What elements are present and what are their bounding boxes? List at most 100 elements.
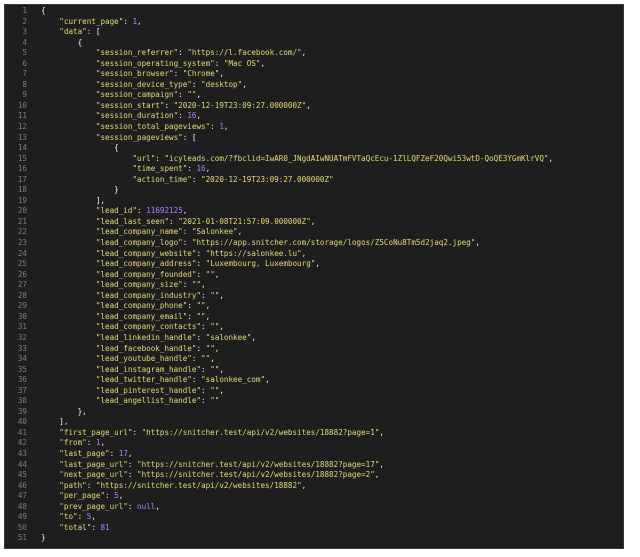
code-token: : <box>127 501 138 511</box>
code-line: 45 "next_page_url": "https://snitcher.te… <box>5 470 623 481</box>
code-line: 43 "last_page": 17, <box>5 449 623 460</box>
json-code-view[interactable]: 1{2 "current_page": 1, 3 "data": [4 {5 "s… <box>5 6 623 544</box>
code-line: 39 }, <box>5 407 623 418</box>
code-line: 37 "lead_pinterest_handle": "", <box>5 386 623 397</box>
code-token: , <box>301 480 307 490</box>
code-token: null <box>137 501 156 511</box>
code-token: "session_start" <box>95 100 165 110</box>
line-number: 1 <box>22 6 27 15</box>
code-token: 16 <box>196 164 206 174</box>
code-line: 29 "lead_company_phone": "", <box>5 301 623 312</box>
code-token: : <box>191 375 202 385</box>
code-line: 27 "lead_company_size": "", <box>5 280 623 291</box>
code-line: 35 "lead_instagram_handle": "", <box>5 365 623 376</box>
code-token: "lead_youtube_handle" <box>95 354 192 364</box>
code-token: "session_pageviews" <box>95 132 183 142</box>
line-number: 34 <box>17 354 27 364</box>
line-number: 21 <box>17 216 27 226</box>
code-token: "lead_company_website" <box>95 248 197 258</box>
code-token: "lead_company_phone" <box>95 301 188 311</box>
code-token: ], <box>41 417 69 427</box>
code-token: : <box>201 396 211 406</box>
code-line: 23 "lead_company_logo": "https://app.sni… <box>5 238 623 249</box>
line-number: 44 <box>17 459 27 469</box>
code-token: "last_page_url" <box>59 459 128 469</box>
code-token: , <box>223 122 229 132</box>
code-token: : [ <box>182 132 197 142</box>
code-token: "https://snitcher.test/api/v2/websites/1… <box>137 459 380 469</box>
line-number: 51 <box>17 533 27 543</box>
code-line: 50 "total": 81 <box>5 523 623 534</box>
code-token: : <box>105 491 115 501</box>
code-token: "lead_company_industry" <box>95 290 202 300</box>
code-token: , <box>118 491 124 501</box>
code-token: "Chrome" <box>182 69 220 79</box>
code-token: , <box>219 69 224 79</box>
code-token: , <box>91 512 96 522</box>
code-token: , <box>196 90 202 100</box>
code-line: 18 } <box>5 185 623 196</box>
code-line: 14 { <box>5 143 623 154</box>
code-token: "" <box>191 280 202 290</box>
code-line: 22 "lead_company_name": "Salonkee", <box>5 227 623 238</box>
code-token: "time_spent" <box>132 164 188 174</box>
line-number: 2 <box>22 16 27 26</box>
code-line: 9 "session_campaign": "", <box>5 90 623 101</box>
code-line: 38 "lead_angellist_handle": "" <box>5 396 623 407</box>
code-line: 25 "lead_company_address": "Luxembourg, … <box>5 259 623 270</box>
code-token: : <box>201 385 211 395</box>
code-token: , <box>210 354 215 364</box>
code-token: } <box>41 185 119 195</box>
code-token: "lead_pinterest_handle" <box>95 385 202 395</box>
code-token: , <box>306 100 311 110</box>
code-token: , <box>155 501 160 511</box>
code-token: "salonkee_com" <box>201 375 266 385</box>
code-token: "" <box>196 301 206 311</box>
code-line: 42 "from": 1, <box>5 438 623 449</box>
code-token: "https://app.snitcher.com/storage/logos/… <box>191 238 476 248</box>
code-token: , <box>205 311 211 321</box>
line-number: 10 <box>17 100 27 110</box>
code-token: "" <box>205 269 215 279</box>
code-token: : <box>182 238 192 248</box>
code-token: "Luxembourg, Luxembourg" <box>205 259 316 269</box>
code-token: 11692125 <box>146 206 183 216</box>
code-token: "action_time" <box>132 174 192 184</box>
line-number: 35 <box>17 364 27 374</box>
code-token: , <box>242 79 247 89</box>
code-token: "lead_company_address" <box>95 259 197 269</box>
line-number: 17 <box>17 174 27 184</box>
code-token: , <box>219 290 224 300</box>
code-token: "https://snitcher.test/api/v2/websites/1… <box>95 480 302 490</box>
code-token: "" <box>210 364 220 374</box>
code-token: "" <box>205 343 215 353</box>
code-line: 20 "lead_id": 11692125, <box>5 206 623 217</box>
code-line: 17 "action_time": "2020-12-19T23:09:27.0… <box>5 175 623 186</box>
line-number: 46 <box>17 480 27 490</box>
code-line: 19 ], <box>5 196 623 207</box>
code-token: 81 <box>100 522 110 532</box>
line-number: 43 <box>17 448 27 458</box>
line-number: 26 <box>17 269 27 279</box>
line-number: 23 <box>17 238 27 248</box>
line-number: 13 <box>17 132 27 142</box>
code-token: , <box>379 459 384 469</box>
code-token: : <box>182 280 192 290</box>
code-token: , <box>265 375 270 385</box>
